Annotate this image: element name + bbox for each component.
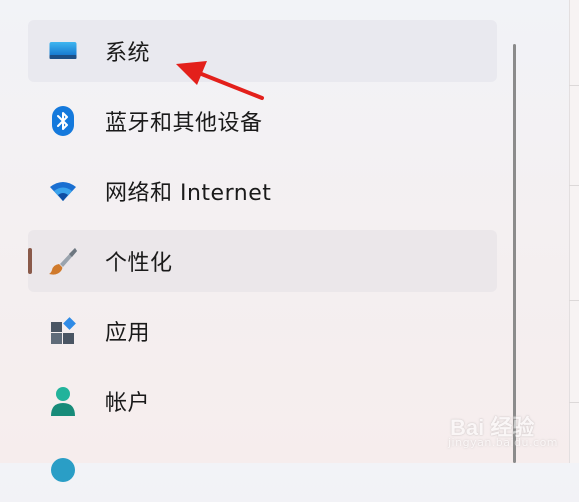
- watermark-subtext: jingyan.baidu.com: [448, 436, 559, 449]
- red-arrow-annotation: [176, 61, 264, 100]
- baidu-watermark: Bai 经验 jingyan.baidu.com: [440, 398, 575, 458]
